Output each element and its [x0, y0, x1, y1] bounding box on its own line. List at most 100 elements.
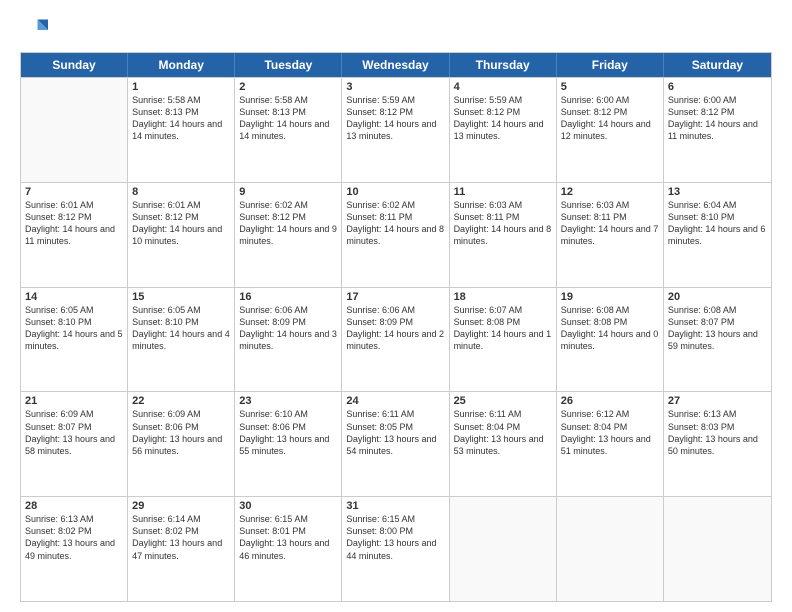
day-number: 28 [25, 500, 123, 512]
day-of-week-thursday: Thursday [450, 53, 557, 77]
cell-info: Sunrise: 6:01 AM Sunset: 8:12 PM Dayligh… [132, 199, 230, 248]
cell-info: Sunrise: 6:12 AM Sunset: 8:04 PM Dayligh… [561, 408, 659, 457]
day-number: 23 [239, 395, 337, 407]
calendar-cell: 14Sunrise: 6:05 AM Sunset: 8:10 PM Dayli… [21, 288, 128, 392]
day-of-week-saturday: Saturday [664, 53, 771, 77]
calendar-cell: 16Sunrise: 6:06 AM Sunset: 8:09 PM Dayli… [235, 288, 342, 392]
calendar-cell: 10Sunrise: 6:02 AM Sunset: 8:11 PM Dayli… [342, 183, 449, 287]
calendar: SundayMondayTuesdayWednesdayThursdayFrid… [20, 52, 772, 602]
day-number: 6 [668, 81, 767, 93]
calendar-cell: 6Sunrise: 6:00 AM Sunset: 8:12 PM Daylig… [664, 78, 771, 182]
day-number: 16 [239, 291, 337, 303]
day-number: 18 [454, 291, 552, 303]
cell-info: Sunrise: 6:03 AM Sunset: 8:11 PM Dayligh… [561, 199, 659, 248]
calendar-row-1: 7Sunrise: 6:01 AM Sunset: 8:12 PM Daylig… [21, 182, 771, 287]
cell-info: Sunrise: 6:04 AM Sunset: 8:10 PM Dayligh… [668, 199, 767, 248]
cell-info: Sunrise: 5:58 AM Sunset: 8:13 PM Dayligh… [132, 94, 230, 143]
calendar-cell [557, 497, 664, 601]
calendar-cell: 28Sunrise: 6:13 AM Sunset: 8:02 PM Dayli… [21, 497, 128, 601]
calendar-cell: 1Sunrise: 5:58 AM Sunset: 8:13 PM Daylig… [128, 78, 235, 182]
calendar-cell: 29Sunrise: 6:14 AM Sunset: 8:02 PM Dayli… [128, 497, 235, 601]
calendar-cell: 22Sunrise: 6:09 AM Sunset: 8:06 PM Dayli… [128, 392, 235, 496]
calendar-cell: 31Sunrise: 6:15 AM Sunset: 8:00 PM Dayli… [342, 497, 449, 601]
day-number: 31 [346, 500, 444, 512]
calendar-cell [21, 78, 128, 182]
logo-icon [20, 16, 48, 44]
calendar-cell: 20Sunrise: 6:08 AM Sunset: 8:07 PM Dayli… [664, 288, 771, 392]
cell-info: Sunrise: 6:13 AM Sunset: 8:02 PM Dayligh… [25, 513, 123, 562]
calendar-cell: 24Sunrise: 6:11 AM Sunset: 8:05 PM Dayli… [342, 392, 449, 496]
calendar-cell: 21Sunrise: 6:09 AM Sunset: 8:07 PM Dayli… [21, 392, 128, 496]
calendar-row-4: 28Sunrise: 6:13 AM Sunset: 8:02 PM Dayli… [21, 496, 771, 601]
calendar-cell: 3Sunrise: 5:59 AM Sunset: 8:12 PM Daylig… [342, 78, 449, 182]
calendar-cell: 17Sunrise: 6:06 AM Sunset: 8:09 PM Dayli… [342, 288, 449, 392]
cell-info: Sunrise: 6:03 AM Sunset: 8:11 PM Dayligh… [454, 199, 552, 248]
day-number: 11 [454, 186, 552, 198]
cell-info: Sunrise: 6:00 AM Sunset: 8:12 PM Dayligh… [561, 94, 659, 143]
cell-info: Sunrise: 6:06 AM Sunset: 8:09 PM Dayligh… [239, 304, 337, 353]
day-of-week-friday: Friday [557, 53, 664, 77]
cell-info: Sunrise: 6:11 AM Sunset: 8:05 PM Dayligh… [346, 408, 444, 457]
calendar-cell: 11Sunrise: 6:03 AM Sunset: 8:11 PM Dayli… [450, 183, 557, 287]
calendar-cell: 25Sunrise: 6:11 AM Sunset: 8:04 PM Dayli… [450, 392, 557, 496]
day-number: 5 [561, 81, 659, 93]
day-number: 9 [239, 186, 337, 198]
day-number: 12 [561, 186, 659, 198]
calendar-cell: 4Sunrise: 5:59 AM Sunset: 8:12 PM Daylig… [450, 78, 557, 182]
calendar-cell: 23Sunrise: 6:10 AM Sunset: 8:06 PM Dayli… [235, 392, 342, 496]
calendar-cell: 12Sunrise: 6:03 AM Sunset: 8:11 PM Dayli… [557, 183, 664, 287]
cell-info: Sunrise: 6:15 AM Sunset: 8:01 PM Dayligh… [239, 513, 337, 562]
day-number: 15 [132, 291, 230, 303]
cell-info: Sunrise: 6:09 AM Sunset: 8:07 PM Dayligh… [25, 408, 123, 457]
calendar-header: SundayMondayTuesdayWednesdayThursdayFrid… [21, 53, 771, 77]
cell-info: Sunrise: 6:14 AM Sunset: 8:02 PM Dayligh… [132, 513, 230, 562]
calendar-cell: 27Sunrise: 6:13 AM Sunset: 8:03 PM Dayli… [664, 392, 771, 496]
day-number: 24 [346, 395, 444, 407]
day-number: 25 [454, 395, 552, 407]
cell-info: Sunrise: 6:13 AM Sunset: 8:03 PM Dayligh… [668, 408, 767, 457]
cell-info: Sunrise: 6:08 AM Sunset: 8:07 PM Dayligh… [668, 304, 767, 353]
calendar-cell: 18Sunrise: 6:07 AM Sunset: 8:08 PM Dayli… [450, 288, 557, 392]
calendar-body: 1Sunrise: 5:58 AM Sunset: 8:13 PM Daylig… [21, 77, 771, 601]
calendar-cell: 8Sunrise: 6:01 AM Sunset: 8:12 PM Daylig… [128, 183, 235, 287]
calendar-row-2: 14Sunrise: 6:05 AM Sunset: 8:10 PM Dayli… [21, 287, 771, 392]
calendar-cell: 7Sunrise: 6:01 AM Sunset: 8:12 PM Daylig… [21, 183, 128, 287]
header [20, 16, 772, 44]
day-number: 2 [239, 81, 337, 93]
cell-info: Sunrise: 6:05 AM Sunset: 8:10 PM Dayligh… [25, 304, 123, 353]
cell-info: Sunrise: 6:05 AM Sunset: 8:10 PM Dayligh… [132, 304, 230, 353]
page: SundayMondayTuesdayWednesdayThursdayFrid… [0, 0, 792, 612]
day-number: 20 [668, 291, 767, 303]
cell-info: Sunrise: 6:02 AM Sunset: 8:11 PM Dayligh… [346, 199, 444, 248]
day-number: 8 [132, 186, 230, 198]
calendar-cell: 5Sunrise: 6:00 AM Sunset: 8:12 PM Daylig… [557, 78, 664, 182]
cell-info: Sunrise: 6:02 AM Sunset: 8:12 PM Dayligh… [239, 199, 337, 248]
cell-info: Sunrise: 6:10 AM Sunset: 8:06 PM Dayligh… [239, 408, 337, 457]
calendar-cell: 19Sunrise: 6:08 AM Sunset: 8:08 PM Dayli… [557, 288, 664, 392]
cell-info: Sunrise: 6:00 AM Sunset: 8:12 PM Dayligh… [668, 94, 767, 143]
day-number: 22 [132, 395, 230, 407]
cell-info: Sunrise: 6:01 AM Sunset: 8:12 PM Dayligh… [25, 199, 123, 248]
calendar-cell: 13Sunrise: 6:04 AM Sunset: 8:10 PM Dayli… [664, 183, 771, 287]
cell-info: Sunrise: 6:11 AM Sunset: 8:04 PM Dayligh… [454, 408, 552, 457]
day-number: 14 [25, 291, 123, 303]
day-number: 19 [561, 291, 659, 303]
calendar-cell: 15Sunrise: 6:05 AM Sunset: 8:10 PM Dayli… [128, 288, 235, 392]
cell-info: Sunrise: 6:09 AM Sunset: 8:06 PM Dayligh… [132, 408, 230, 457]
day-number: 7 [25, 186, 123, 198]
calendar-cell [664, 497, 771, 601]
day-number: 27 [668, 395, 767, 407]
cell-info: Sunrise: 6:08 AM Sunset: 8:08 PM Dayligh… [561, 304, 659, 353]
calendar-cell [450, 497, 557, 601]
cell-info: Sunrise: 5:58 AM Sunset: 8:13 PM Dayligh… [239, 94, 337, 143]
day-number: 1 [132, 81, 230, 93]
calendar-cell: 9Sunrise: 6:02 AM Sunset: 8:12 PM Daylig… [235, 183, 342, 287]
day-number: 4 [454, 81, 552, 93]
cell-info: Sunrise: 5:59 AM Sunset: 8:12 PM Dayligh… [454, 94, 552, 143]
day-number: 21 [25, 395, 123, 407]
calendar-cell: 26Sunrise: 6:12 AM Sunset: 8:04 PM Dayli… [557, 392, 664, 496]
day-number: 10 [346, 186, 444, 198]
cell-info: Sunrise: 6:15 AM Sunset: 8:00 PM Dayligh… [346, 513, 444, 562]
calendar-cell: 2Sunrise: 5:58 AM Sunset: 8:13 PM Daylig… [235, 78, 342, 182]
calendar-row-3: 21Sunrise: 6:09 AM Sunset: 8:07 PM Dayli… [21, 391, 771, 496]
